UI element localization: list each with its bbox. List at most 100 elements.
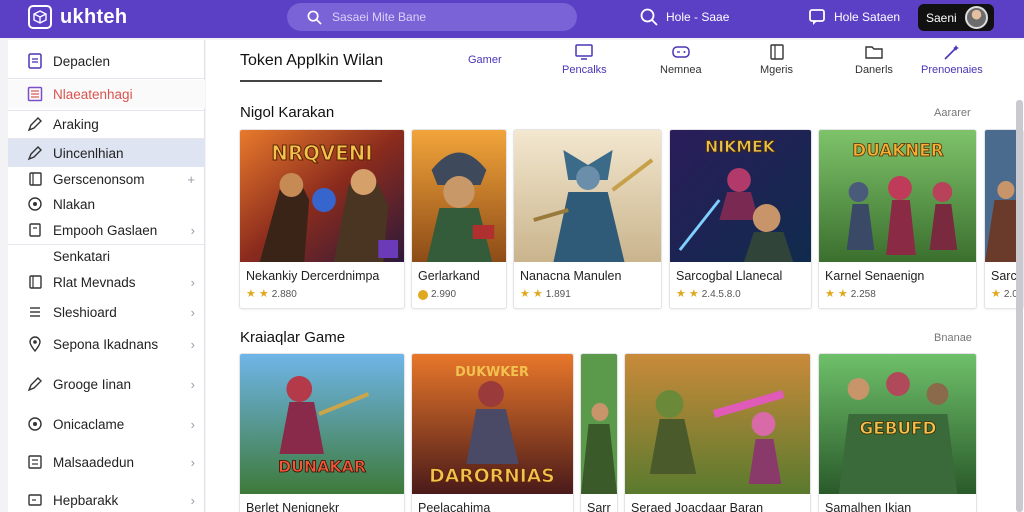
svg-text:GEBUFD: GEBUFD — [859, 418, 936, 438]
top-link-1-label: Hole - Saae — [666, 10, 730, 24]
game-title: Berlet Nenignekr — [246, 501, 340, 512]
sidebar-item-grooge-iinan[interactable]: Grooge Iinan › — [8, 370, 205, 398]
sidebar-item-label: Hepbarakk — [53, 492, 119, 508]
gamepad-icon — [672, 46, 690, 58]
tab-label: Nemnea — [660, 64, 702, 76]
svg-text:NRQVENI: NRQVENI — [271, 142, 372, 165]
sidebar-item-hepbarakk[interactable]: Hepbarakk › — [8, 486, 205, 512]
star-icon: ★ — [676, 288, 686, 300]
tab-gamer[interactable]: Gamer — [468, 54, 502, 66]
sidebar-item-depaclen[interactable]: Depaclen — [8, 47, 205, 75]
tag-icon — [27, 222, 43, 238]
svg-text:DARORNIAS: DARORNIAS — [429, 465, 555, 487]
chevron-right-icon: › — [190, 222, 195, 238]
game-card[interactable]: GEBUFD Samalhen Ikian — [818, 353, 977, 512]
sidebar-item-rlat-mevnads[interactable]: Rlat Mevnads › — [8, 268, 205, 296]
star-icon: ★ — [991, 288, 1001, 300]
sidebar-item-label: Sepona Ikadnans — [53, 336, 159, 352]
sidebar-item-uincenlhian[interactable]: Uincenlhian — [8, 139, 205, 167]
chat-icon — [809, 9, 825, 25]
game-title: Sarc — [991, 269, 1017, 283]
tab-nemnea[interactable]: Nemnea — [660, 44, 702, 76]
game-title: Sarcogbal Llanecal — [676, 269, 783, 283]
sidebar-item-sepona-ikadnans[interactable]: Sepona Ikadnans › — [8, 330, 205, 358]
tab-mgeris[interactable]: Mgeris — [760, 44, 793, 76]
game-card[interactable]: Gerlarkand 2.990 — [411, 129, 507, 309]
game-rating: ★ ★ 2.880 — [246, 288, 297, 301]
game-rating: ★ ★ 2.4.5.8.0 — [676, 288, 741, 301]
search-bar[interactable] — [287, 3, 577, 31]
game-card[interactable]: DUKWKER DARORNIAS Peelacahima — [411, 353, 574, 512]
sidebar-item-label: Rlat Mevnads — [53, 274, 136, 290]
main-content: Token Applkin Wilan Gamer Pencalks Nemne… — [206, 40, 1024, 512]
chevron-right-icon: › — [190, 454, 195, 470]
top-link-1[interactable]: Hole - Saae — [640, 8, 729, 26]
game-title: Peelacahima — [418, 501, 491, 512]
cube-icon — [28, 5, 52, 29]
sidebar-item-label: Sleshioard — [53, 304, 117, 320]
sidebar-item-label: Araking — [53, 116, 99, 132]
game-title: Nekankiy Dercerdnimpa — [246, 269, 380, 283]
sidebar-item-label: Gerscenonsom — [53, 171, 145, 187]
game-card[interactable]: Nanacna Manulen ★ ★ 1.891 — [513, 129, 662, 309]
circle-icon — [27, 416, 43, 432]
game-thumbnail: NIKMEK — [670, 130, 811, 262]
chevron-right-icon: › — [190, 492, 195, 508]
game-thumbnail: DUKWKER DARORNIAS — [412, 354, 573, 494]
search-icon — [640, 8, 658, 26]
tab-pencalks[interactable]: Pencalks — [562, 44, 607, 76]
sidebar-item-label: Nlaeatenhagi — [53, 86, 133, 102]
game-card[interactable]: Seraed Joacdaar Baran — [624, 353, 811, 512]
game-thumbnail: GEBUFD — [819, 354, 976, 494]
tab-label: Prenoenaies — [921, 64, 983, 76]
game-thumbnail: DUAKNER — [819, 130, 976, 262]
see-all-link[interactable]: Bnanae — [934, 332, 972, 344]
tab-danerls[interactable]: Danerls — [855, 44, 893, 76]
book-icon — [27, 274, 43, 290]
chevron-right-icon: › — [190, 336, 195, 352]
sidebar-item-senkatari[interactable]: Senkatari — [8, 242, 205, 270]
game-card[interactable]: DUAKNER Karnel Senaenign ★ ★ 2.258 — [818, 129, 977, 309]
see-all-link[interactable]: Aararer — [934, 107, 971, 119]
sidebar-item-nlaeatenhagi[interactable]: Nlaeatenhagi — [8, 80, 205, 108]
sidebar-item-sleshioard[interactable]: Sleshioard › — [8, 298, 205, 326]
sidebar-item-label: Grooge Iinan — [53, 376, 132, 392]
sidebar-item-label: Onicaclame — [53, 416, 125, 432]
star-icon: ★ — [532, 288, 543, 300]
avatar — [964, 6, 988, 29]
sidebar-item-empooh-gaslaen[interactable]: Empooh Gaslaen › — [8, 216, 205, 244]
top-link-2[interactable]: Hole Sataen — [808, 8, 900, 26]
sidebar-item-nlakan[interactable]: Nlakan — [8, 190, 205, 218]
sidebar-item-onicaclame[interactable]: Onicaclame › — [8, 410, 205, 438]
section-title: Kraiaqlar Game — [240, 329, 346, 346]
game-card[interactable]: NIKMEK Sarcogbal Llanecal ★ ★ 2.4.5.8.0 — [669, 129, 812, 309]
circle-icon — [27, 196, 43, 212]
svg-text:DUNAKAR: DUNAKAR — [278, 457, 366, 476]
star-icon: ★ — [837, 288, 848, 300]
scrollbar[interactable] — [1016, 100, 1023, 512]
game-title: Karnel Senaenign — [825, 269, 925, 283]
game-title: Gerlarkand — [418, 269, 480, 283]
book-icon — [769, 44, 784, 60]
profile-button[interactable]: Saeni — [918, 4, 994, 31]
sidebar-item-gerscenonsom[interactable]: Gerscenonsom + — [8, 165, 205, 193]
chevron-right-icon: › — [190, 274, 195, 290]
search-input[interactable] — [332, 10, 552, 24]
title-underline — [240, 80, 382, 82]
top-bar: ukhteh Hole - Saae Hole Sataen Saeni — [0, 0, 1024, 38]
sidebar-item-araking[interactable]: Araking — [8, 110, 205, 138]
logo-text: ukhteh — [60, 5, 128, 28]
game-card[interactable]: NRQVENI Nekankiy Dercerdnimpa ★ ★ 2.880 — [239, 129, 405, 309]
game-thumbnail — [412, 130, 506, 262]
grid-icon — [27, 86, 43, 102]
game-rating: ★ 2.0 — [991, 288, 1018, 301]
app-logo[interactable]: ukhteh — [28, 5, 127, 29]
star-icon: ★ — [520, 288, 530, 300]
sidebar-item-malsaadedun[interactable]: Malsaadedun › — [8, 448, 205, 476]
game-card[interactable]: DUNAKAR Berlet Nenignekr — [239, 353, 405, 512]
plus-icon: + — [187, 171, 195, 187]
tab-prenoenaies[interactable]: Prenoenaies — [921, 44, 983, 76]
game-card[interactable]: Sarr — [580, 353, 618, 512]
square-icon — [27, 492, 43, 508]
svg-text:DUAKNER: DUAKNER — [852, 140, 943, 160]
